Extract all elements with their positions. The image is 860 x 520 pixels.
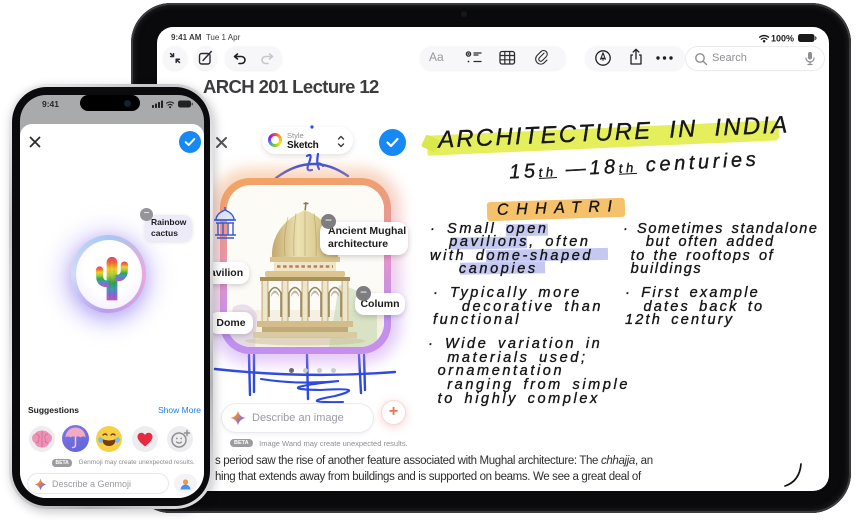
svg-text:100%: 100%: [771, 34, 794, 44]
